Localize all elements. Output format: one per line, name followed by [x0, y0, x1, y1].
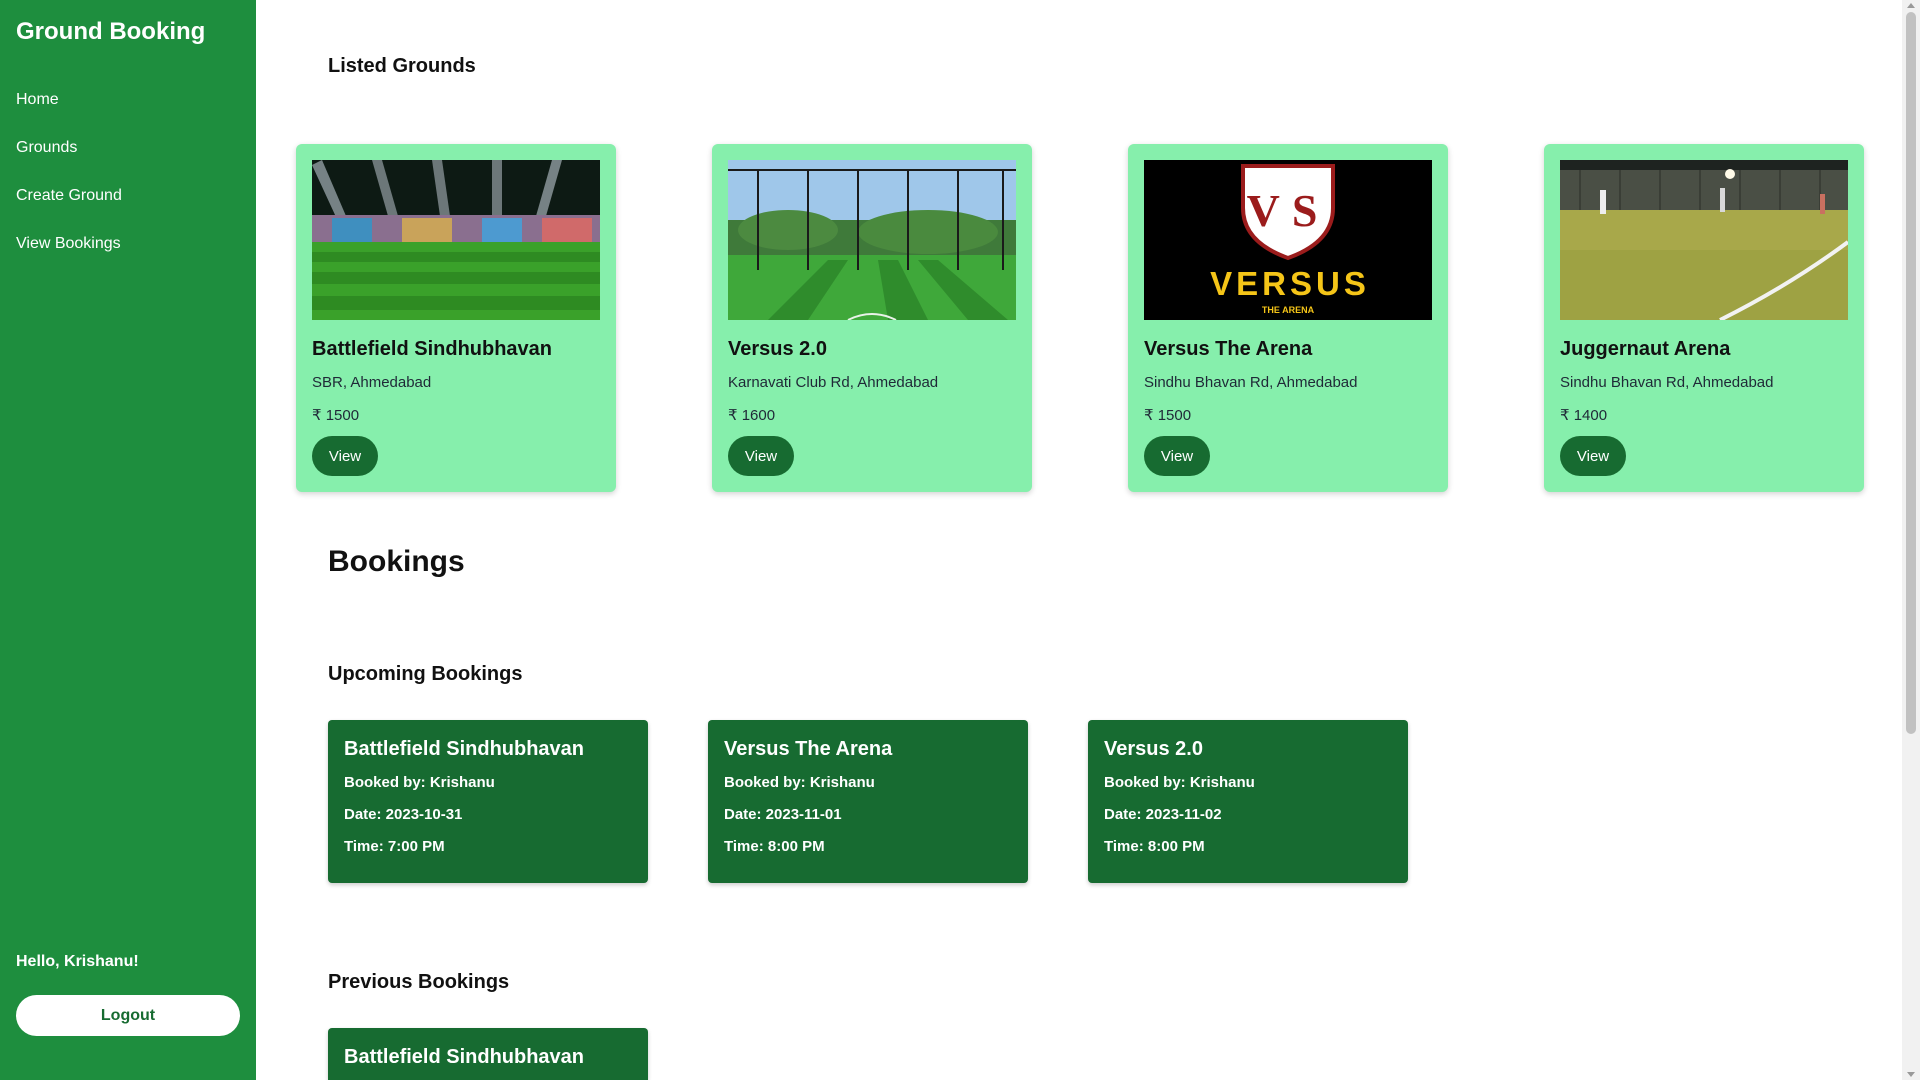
ground-name: Versus The Arena [1144, 338, 1313, 360]
booking-booked-by: Booked by: Krishanu [724, 774, 875, 791]
ground-location: Karnavati Club Rd, Ahmedabad [728, 374, 939, 391]
sidebar: Ground Booking Home Grounds Create Groun… [0, 0, 256, 1080]
page-scrollbar[interactable] [1902, 0, 1920, 1080]
ground-name: Battlefield Sindhubhavan [312, 338, 553, 360]
previous-bookings-heading: Previous Bookings [328, 971, 510, 993]
booking-date: Date: 2023-11-01 [724, 806, 842, 823]
ground-price: ₹ 1600 [728, 407, 776, 424]
versus-logo-image: VS VERSUS THE ARENA [1144, 160, 1432, 320]
ground-image [728, 160, 1016, 320]
ground-card: VS VERSUS THE ARENA Versus The Arena Sin… [1128, 144, 1448, 492]
booking-ground-name: Battlefield Sindhubhavan [344, 1046, 585, 1068]
ground-price: ₹ 1400 [1560, 407, 1608, 424]
ground-location: Sindhu Bhavan Rd, Ahmedabad [1144, 374, 1358, 391]
sidebar-item-grounds[interactable]: Grounds [16, 136, 122, 184]
ground-location: Sindhu Bhavan Rd, Ahmedabad [1560, 374, 1774, 391]
booking-ground-name: Versus The Arena [724, 738, 893, 760]
scrollbar-thumb[interactable] [1906, 12, 1916, 734]
booking-time: Time: 8:00 PM [1104, 838, 1205, 855]
app-title: Ground Booking [16, 18, 206, 45]
ground-price: ₹ 1500 [1144, 407, 1192, 424]
logout-button[interactable]: Logout [16, 995, 240, 1036]
booking-card: Versus The Arena Booked by: Krishanu Dat… [708, 720, 1028, 883]
view-ground-button[interactable]: View [1560, 436, 1626, 476]
netted-turf-image [728, 160, 1016, 320]
ground-image: VS VERSUS THE ARENA [1144, 160, 1432, 320]
booking-card: Battlefield Sindhubhavan Booked by: Kris… [328, 720, 648, 883]
booking-time: Time: 7:00 PM [344, 838, 445, 855]
ground-name: Juggernaut Arena [1560, 338, 1731, 360]
booking-ground-name: Versus 2.0 [1104, 738, 1203, 760]
logo-subtext: THE ARENA [1262, 305, 1315, 315]
booking-booked-by: Booked by: Krishanu [344, 774, 495, 791]
view-ground-button[interactable]: View [312, 436, 378, 476]
ground-name: Versus 2.0 [728, 338, 827, 360]
sidebar-nav: Home Grounds Create Ground View Bookings [16, 88, 122, 280]
booking-date: Date: 2023-10-31 [344, 806, 463, 823]
ground-location: SBR, Ahmedabad [312, 374, 432, 391]
booking-card: Battlefield Sindhubhavan [328, 1028, 648, 1080]
ground-card: Battlefield Sindhubhavan SBR, Ahmedabad … [296, 144, 616, 492]
night-turf-image [1560, 160, 1848, 320]
sidebar-item-home[interactable]: Home [16, 88, 122, 136]
scroll-up-icon[interactable] [1907, 3, 1915, 8]
main-content: Listed Grounds Battlefield Sindhubhavan … [256, 0, 1902, 1080]
logo-letters: VS [1247, 185, 1330, 236]
user-greeting: Hello, Krishanu! [16, 953, 139, 970]
floodlit-turf-image [312, 160, 600, 320]
ground-price: ₹ 1500 [312, 407, 360, 424]
booking-time: Time: 8:00 PM [724, 838, 825, 855]
booking-booked-by: Booked by: Krishanu [1104, 774, 1255, 791]
ground-card: Juggernaut Arena Sindhu Bhavan Rd, Ahmed… [1544, 144, 1864, 492]
scroll-down-icon[interactable] [1907, 1072, 1915, 1077]
view-ground-button[interactable]: View [1144, 436, 1210, 476]
bookings-heading: Bookings [328, 545, 465, 578]
booking-date: Date: 2023-11-02 [1104, 806, 1222, 823]
ground-image [1560, 160, 1848, 320]
logo-text: VERSUS [1210, 265, 1370, 302]
view-ground-button[interactable]: View [728, 436, 794, 476]
ground-card: Versus 2.0 Karnavati Club Rd, Ahmedabad … [712, 144, 1032, 492]
booking-ground-name: Battlefield Sindhubhavan [344, 738, 585, 760]
sidebar-item-create-ground[interactable]: Create Ground [16, 184, 122, 232]
booking-card: Versus 2.0 Booked by: Krishanu Date: 202… [1088, 720, 1408, 883]
upcoming-bookings-heading: Upcoming Bookings [328, 663, 523, 685]
sidebar-item-view-bookings[interactable]: View Bookings [16, 232, 122, 280]
ground-image [312, 160, 600, 320]
listed-grounds-heading: Listed Grounds [328, 55, 476, 77]
